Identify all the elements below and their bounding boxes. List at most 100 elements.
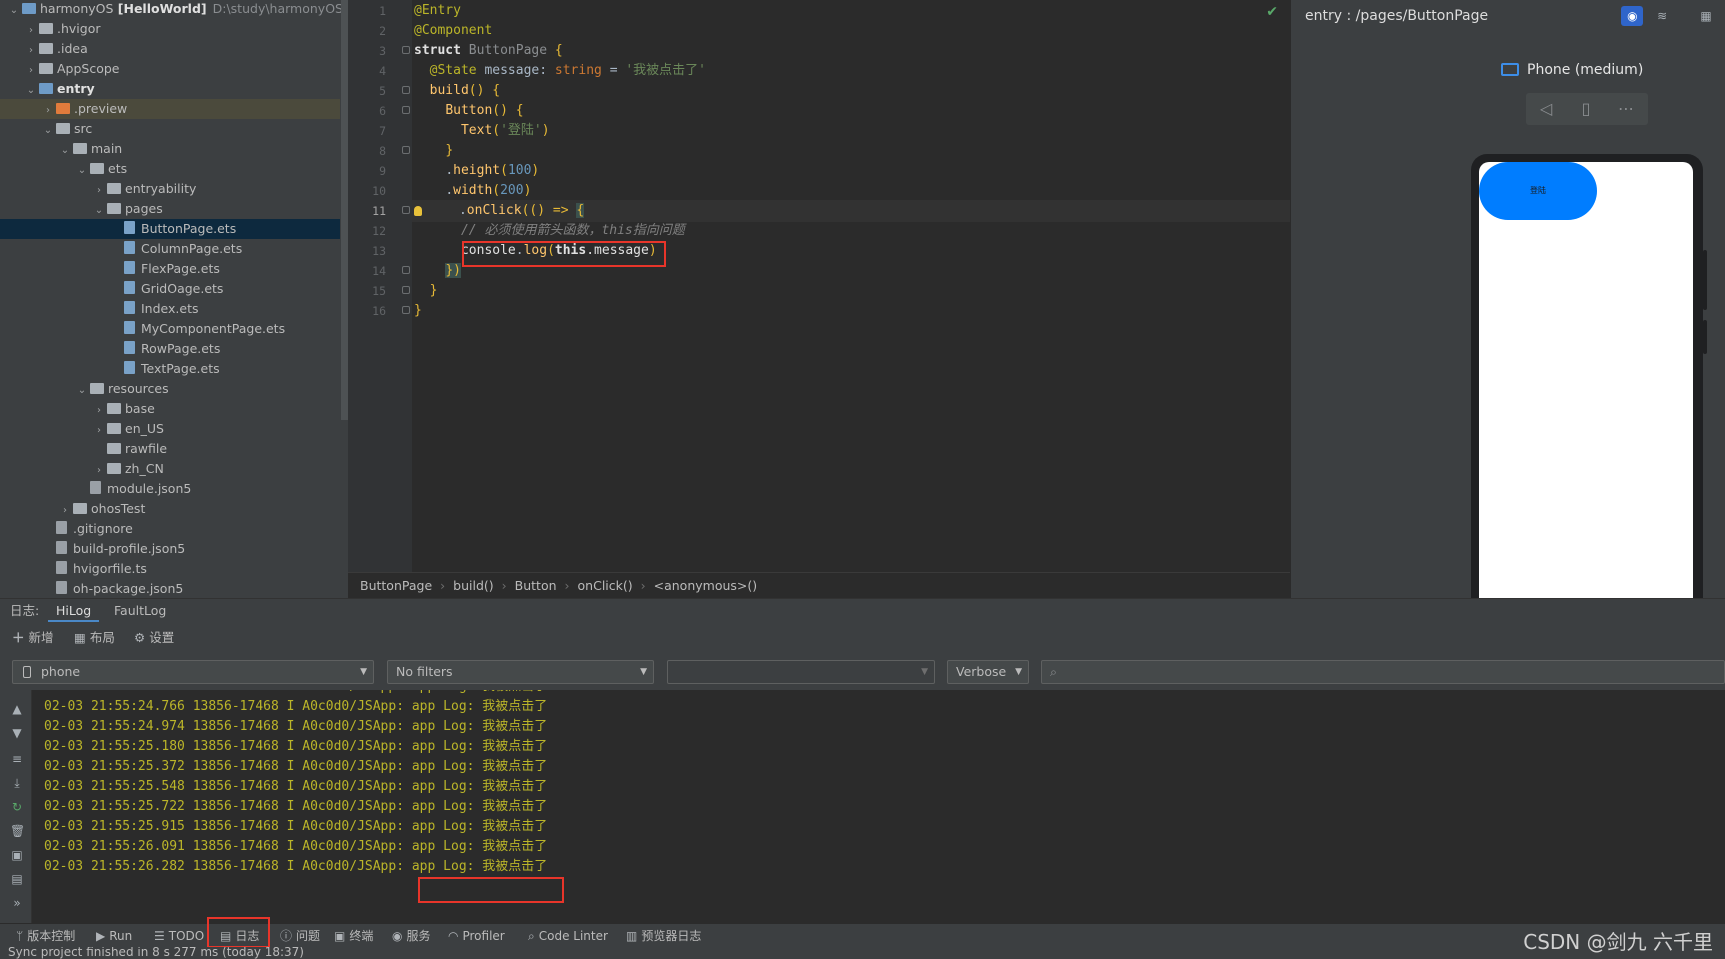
- tree-item[interactable]: Index.ets: [0, 299, 340, 319]
- chevron-right-icon[interactable]: ›: [25, 21, 37, 41]
- back-icon[interactable]: ◁: [1526, 93, 1566, 125]
- fold-marker-icon[interactable]: [402, 146, 410, 154]
- tree-item[interactable]: › ohosTest: [0, 499, 340, 519]
- tree-item[interactable]: oh-package.json5: [0, 579, 340, 598]
- filter-select[interactable]: No filters ▼: [387, 660, 654, 684]
- tree-item[interactable]: › AppScope: [0, 59, 340, 79]
- breadcrumb-item[interactable]: onClick(): [578, 578, 633, 593]
- log-search-input[interactable]: ⌕: [1041, 660, 1725, 684]
- chevron-right-icon[interactable]: ›: [59, 501, 71, 521]
- fold-marker-icon[interactable]: [402, 206, 410, 214]
- tree-item[interactable]: build-profile.json5: [0, 539, 340, 559]
- tree-item[interactable]: ButtonPage.ets: [0, 219, 340, 239]
- chevron-down-icon[interactable]: ⌄: [76, 381, 88, 401]
- tree-item[interactable]: › .hvigor: [0, 19, 340, 39]
- arrow-down-icon[interactable]: ▼: [10, 726, 24, 740]
- save-icon[interactable]: ▤: [10, 872, 24, 886]
- tool-window-button[interactable]: ▣ 终端: [334, 924, 373, 948]
- tool-window-button[interactable]: ⓘ 问题: [280, 924, 320, 948]
- chevron-right-icon[interactable]: ›: [42, 101, 54, 121]
- breadcrumb-item[interactable]: <anonymous>(): [654, 578, 758, 593]
- tree-item[interactable]: › zh_CN: [0, 459, 340, 479]
- tree-item[interactable]: ⌄ harmonyOS [HelloWorld] D:\study\harmonyO…: [0, 0, 343, 21]
- more-icon[interactable]: ⋯: [1606, 93, 1646, 125]
- chevron-right-icon[interactable]: ›: [25, 61, 37, 81]
- tool-window-button[interactable]: ▥ 预览器日志: [626, 924, 701, 948]
- chevron-down-icon[interactable]: ⌄: [42, 121, 54, 141]
- inspector-icon[interactable]: ◉: [1621, 6, 1644, 26]
- tree-item[interactable]: › entryability: [0, 179, 340, 199]
- tool-window-button[interactable]: ▶ Run: [96, 924, 132, 948]
- layout-button[interactable]: ▦ 布局: [74, 627, 115, 646]
- fold-marker-icon[interactable]: [402, 286, 410, 294]
- expand-icon[interactable]: »: [10, 896, 24, 910]
- chevron-right-icon[interactable]: ›: [93, 461, 105, 481]
- tool-window-button[interactable]: ☰ TODO: [154, 924, 204, 948]
- login-button[interactable]: 登陆: [1479, 162, 1597, 220]
- chevron-down-icon[interactable]: ⌄: [76, 161, 88, 181]
- tree-item[interactable]: module.json5: [0, 479, 340, 499]
- chevron-right-icon[interactable]: ›: [93, 181, 105, 201]
- tree-item[interactable]: MyComponentPage.ets: [0, 319, 340, 339]
- scroll-to-end-icon[interactable]: ⤓: [10, 776, 24, 790]
- fold-marker-icon[interactable]: [402, 46, 410, 54]
- chevron-down-icon[interactable]: ⌄: [8, 1, 20, 21]
- camera-icon[interactable]: ▣: [10, 848, 24, 862]
- settings-button[interactable]: ⚙ 设置: [134, 627, 174, 646]
- chevron-down-icon[interactable]: ⌄: [25, 81, 37, 101]
- breadcrumb-item[interactable]: build(): [453, 578, 494, 593]
- tool-window-button[interactable]: ◉ 服务: [392, 924, 431, 948]
- tree-scrollbar[interactable]: [341, 0, 348, 420]
- add-button[interactable]: ＋新增: [12, 627, 54, 646]
- code-editor[interactable]: 1 2 3 4 5 6 7 8 9 10 11 12 13 14 15 16 @Entry @Componen…: [348, 0, 1290, 572]
- tree-item[interactable]: › en_US: [0, 419, 340, 439]
- tree-item[interactable]: TextPage.ets: [0, 359, 340, 379]
- rotate-icon[interactable]: ▯: [1566, 93, 1606, 125]
- tab-hilog[interactable]: HiLog: [48, 599, 100, 623]
- tool-window-button[interactable]: ◠ Profiler: [448, 924, 505, 948]
- restart-icon[interactable]: ↻: [10, 800, 24, 814]
- tree-item[interactable]: ⌄ entry: [0, 79, 340, 99]
- chevron-right-icon[interactable]: ›: [93, 421, 105, 441]
- chevron-down-icon[interactable]: ⌄: [59, 141, 71, 161]
- fold-marker-icon[interactable]: [402, 266, 410, 274]
- tab-faultlog[interactable]: FaultLog: [114, 599, 166, 623]
- tool-window-button[interactable]: ⌕ Code Linter: [528, 924, 608, 948]
- tree-item[interactable]: › .idea: [0, 39, 340, 59]
- tree-item[interactable]: ⌄ main: [0, 139, 340, 159]
- tree-item[interactable]: GridOage.ets: [0, 279, 340, 299]
- arrow-up-icon[interactable]: ▲: [10, 702, 24, 716]
- process-select[interactable]: ▼: [667, 660, 935, 684]
- level-select[interactable]: Verbose ▼: [947, 660, 1029, 684]
- tree-item[interactable]: .gitignore: [0, 519, 340, 539]
- tree-item[interactable]: hvigorfile.ts: [0, 559, 340, 579]
- tree-item[interactable]: › base: [0, 399, 340, 419]
- soft-wrap-icon[interactable]: ≡: [10, 752, 24, 766]
- tree-item[interactable]: ⌄ src: [0, 119, 340, 139]
- tree-item[interactable]: ⌄ pages: [0, 199, 340, 219]
- device-selector[interactable]: Phone (medium): [1501, 62, 1643, 78]
- log-output[interactable]: 02-03 21:55:24.572 13856-17468 I A0c0d0/…: [32, 690, 1725, 923]
- device-select[interactable]: phone ▼: [12, 660, 374, 684]
- chevron-right-icon[interactable]: ›: [93, 401, 105, 421]
- fold-marker-icon[interactable]: [402, 86, 410, 94]
- breadcrumb-item[interactable]: Button: [515, 578, 557, 593]
- tree-item[interactable]: RowPage.ets: [0, 339, 340, 359]
- fold-marker-icon[interactable]: [402, 106, 410, 114]
- grid-icon[interactable]: ▦: [1695, 6, 1717, 26]
- tool-window-button[interactable]: ᛘ 版本控制: [16, 924, 75, 948]
- breadcrumb-item[interactable]: ButtonPage: [360, 578, 432, 593]
- chevron-down-icon[interactable]: ⌄: [93, 201, 105, 221]
- tree-item[interactable]: › .preview: [0, 99, 340, 119]
- fold-marker-icon[interactable]: [402, 306, 410, 314]
- tree-item[interactable]: FlexPage.ets: [0, 259, 340, 279]
- tree-item[interactable]: ColumnPage.ets: [0, 239, 340, 259]
- chevron-right-icon[interactable]: ›: [25, 41, 37, 61]
- trash-icon[interactable]: 🗑: [10, 824, 25, 838]
- tree-item[interactable]: ⌄ ets: [0, 159, 340, 179]
- layers-icon[interactable]: ≋: [1651, 6, 1673, 26]
- inspection-ok-icon[interactable]: ✔: [1266, 4, 1278, 20]
- tree-item[interactable]: ⌄ resources: [0, 379, 340, 399]
- tree-item[interactable]: rawfile: [0, 439, 340, 459]
- lightbulb-icon[interactable]: [414, 206, 422, 216]
